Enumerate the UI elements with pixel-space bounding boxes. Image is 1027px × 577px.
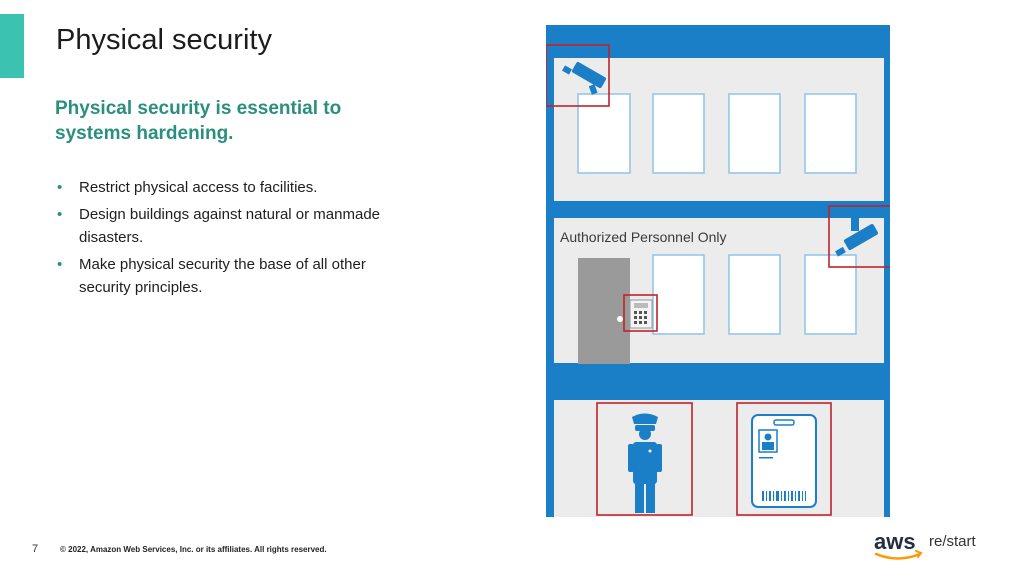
- title-accent-bar: [0, 14, 24, 78]
- bullet-dot-icon: •: [57, 179, 63, 196]
- middle-floor-windows: [652, 254, 857, 335]
- window: [804, 93, 857, 174]
- page-number: 7: [32, 543, 39, 555]
- slide-subtitle: Physical security is essential to system…: [55, 98, 342, 144]
- bullet-item: • Design buildings against natural or man…: [55, 203, 385, 249]
- aws-logo-text: aws: [874, 529, 916, 554]
- keypad-icon: [629, 299, 653, 329]
- window: [728, 93, 781, 174]
- bullet-dot-icon: •: [57, 256, 63, 273]
- window: [728, 254, 781, 335]
- door-knob: [617, 316, 623, 322]
- window: [652, 254, 705, 335]
- authorized-personnel-sign: Authorized Personnel Only: [560, 229, 727, 245]
- ground-floor: [554, 400, 884, 517]
- building-illustration: [546, 25, 890, 517]
- bullet-list: • Restrict physical access to facilities.…: [55, 176, 385, 303]
- aws-logo: aws: [874, 529, 923, 560]
- bullet-dot-icon: •: [57, 206, 63, 223]
- bullet-item: • Restrict physical access to facilities.: [55, 176, 385, 199]
- window: [652, 93, 705, 174]
- slide-title: Physical security: [56, 24, 272, 56]
- copyright-notice: © 2022, Amazon Web Services, Inc. or its…: [60, 545, 327, 554]
- restart-product-name: re/start: [929, 533, 976, 550]
- door: [578, 258, 630, 364]
- bullet-item: • Make physical security the base of all …: [55, 253, 385, 299]
- aws-smile-icon: [874, 552, 922, 560]
- id-badge-icon: [751, 414, 817, 508]
